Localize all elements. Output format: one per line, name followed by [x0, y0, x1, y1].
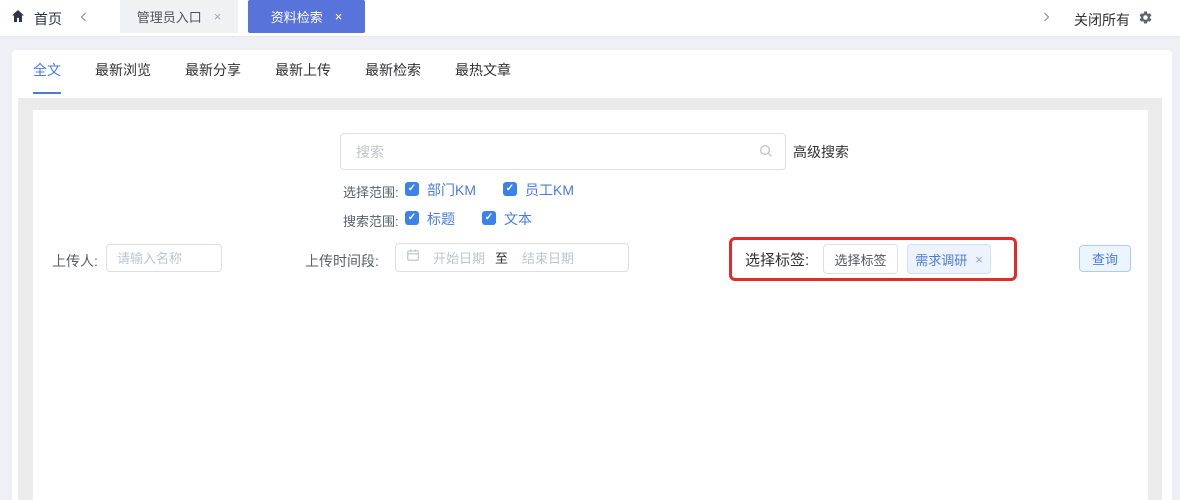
chevron-right-icon[interactable]	[1038, 9, 1054, 25]
topbar: 首页 管理员入口 × 资料检索 × 关闭所有	[0, 0, 1180, 37]
gear-icon[interactable]	[1138, 10, 1153, 30]
search-icon[interactable]	[758, 143, 774, 164]
checkbox-dept-km[interactable]	[405, 182, 419, 196]
search-scope-label: 搜索范围:	[343, 214, 399, 229]
uploader-input[interactable]	[106, 244, 222, 272]
content-tab-bar: 全文 最新浏览 最新分享 最新上传 最新检索 最热文章	[33, 60, 511, 94]
app-window: 首页 管理员入口 × 资料检索 × 关闭所有 全文 最新浏览 最新分享 最新上传…	[0, 0, 1180, 500]
tab-recent-uploads[interactable]: 最新上传	[275, 60, 331, 94]
checkbox-title-label[interactable]: 标题	[427, 209, 455, 229]
date-separator: 至	[495, 251, 509, 266]
chevron-left-icon[interactable]	[76, 9, 92, 25]
home-label: 首页	[34, 10, 62, 27]
topbar-tab-label: 管理员入口	[136, 10, 202, 25]
upload-period-label: 上传时间段:	[305, 253, 379, 269]
home-button[interactable]: 首页	[10, 8, 62, 29]
topbar-tab-admin-entry[interactable]: 管理员入口 ×	[120, 0, 238, 33]
select-tag-button[interactable]: 选择标签	[823, 244, 898, 274]
selected-tag-name: 需求调研	[915, 252, 968, 268]
query-button[interactable]: 查询	[1079, 245, 1131, 272]
checkbox-text[interactable]	[482, 211, 496, 225]
tag-close-icon[interactable]: ×	[975, 253, 983, 266]
checkbox-staff-km-label[interactable]: 员工KM	[525, 180, 574, 200]
topbar-tab-data-search[interactable]: 资料检索 ×	[248, 0, 365, 33]
search-input[interactable]	[340, 133, 786, 170]
close-icon[interactable]: ×	[335, 10, 343, 23]
close-icon[interactable]: ×	[214, 10, 222, 23]
home-icon	[10, 8, 26, 29]
uploader-label: 上传人:	[52, 253, 98, 269]
start-date-placeholder[interactable]: 开始日期	[433, 248, 491, 267]
advanced-search-link[interactable]: 高级搜索	[793, 142, 849, 162]
end-date-placeholder[interactable]: 结束日期	[522, 248, 574, 267]
close-all-button[interactable]: 关闭所有	[1074, 10, 1130, 30]
search-box	[340, 133, 786, 170]
checkbox-title[interactable]	[405, 211, 419, 225]
tag-select-label: 选择标签:	[745, 252, 810, 269]
date-range-picker[interactable]: 开始日期 至 结束日期	[395, 243, 629, 272]
tab-hottest-articles[interactable]: 最热文章	[455, 60, 511, 94]
calendar-icon	[406, 248, 420, 267]
tab-recent-views[interactable]: 最新浏览	[95, 60, 151, 94]
selected-tag-chip: 需求调研 ×	[907, 244, 991, 274]
tab-recent-shares[interactable]: 最新分享	[185, 60, 241, 94]
checkbox-dept-km-label[interactable]: 部门KM	[427, 180, 476, 200]
tab-full-text[interactable]: 全文	[33, 60, 61, 94]
checkbox-staff-km[interactable]	[503, 182, 517, 196]
select-scope-label: 选择范围:	[343, 185, 399, 200]
checkbox-text-label[interactable]: 文本	[504, 209, 532, 229]
tab-recent-searches[interactable]: 最新检索	[365, 60, 421, 94]
topbar-tab-label: 资料检索	[270, 10, 323, 25]
